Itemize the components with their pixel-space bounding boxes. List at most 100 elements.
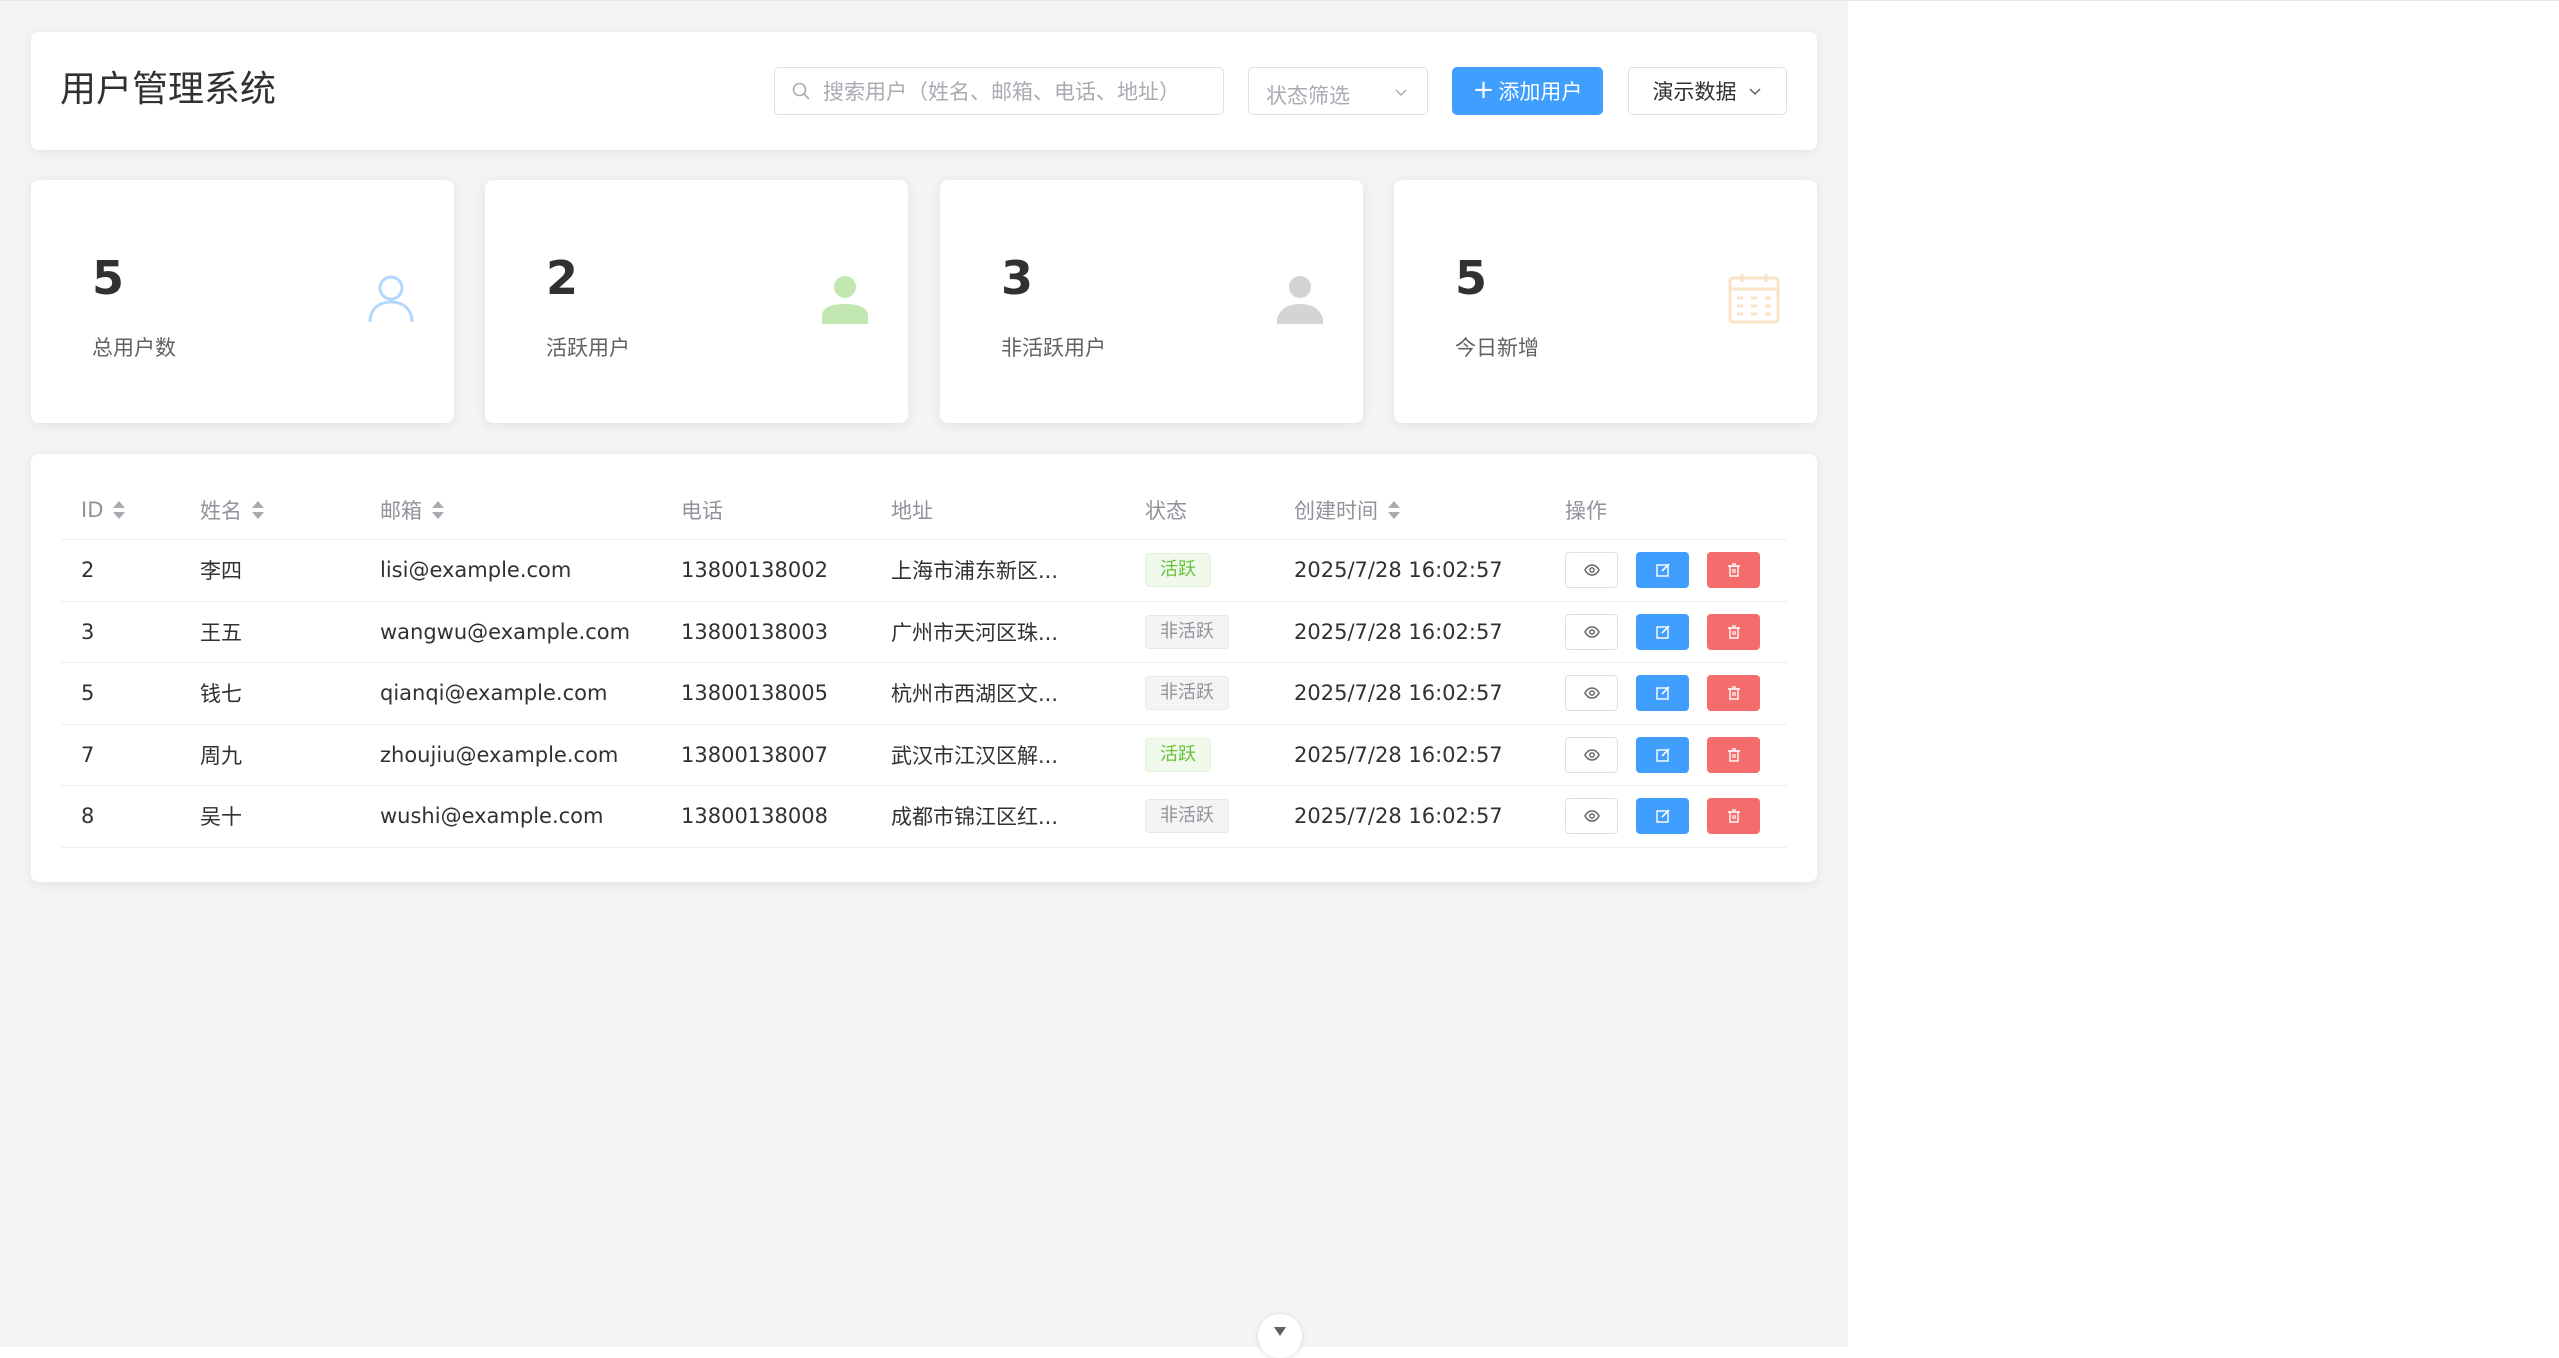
cell-status: 非活跃 (1145, 663, 1229, 724)
cell-email: qianqi@example.com (380, 681, 608, 706)
search-input[interactable] (821, 68, 1215, 116)
stat-card-today: 5 今日新增 (1394, 180, 1817, 423)
col-header-label: 创建时间 (1294, 498, 1378, 523)
address-text: 武汉市江汉区解... (891, 743, 1059, 768)
edit-button[interactable] (1636, 736, 1689, 773)
eye-icon (1583, 749, 1600, 761)
stat-value: 5 (92, 251, 125, 305)
delete-button[interactable] (1707, 798, 1760, 835)
status-badge: 非活跃 (1145, 614, 1229, 649)
sort-icon[interactable] (1388, 500, 1400, 520)
edit-icon (1655, 748, 1670, 762)
cell-ops (1565, 786, 1760, 847)
eye-icon (1583, 687, 1600, 699)
cell-phone: 13800138008 (681, 804, 828, 829)
stat-value: 2 (546, 251, 579, 305)
view-button[interactable] (1565, 675, 1618, 712)
sort-icon[interactable] (113, 500, 126, 520)
edit-icon (1655, 563, 1670, 577)
cell-phone: 13800138007 (681, 742, 828, 767)
scroll-down-button[interactable] (1258, 1314, 1302, 1358)
cell-name: 钱七 (200, 682, 242, 707)
stat-label: 活跃用户 (546, 336, 630, 360)
cell-name: 吴十 (200, 805, 242, 830)
view-button[interactable] (1565, 736, 1618, 773)
eye-icon (1583, 626, 1600, 638)
col-header-label: 姓名 (200, 498, 242, 523)
cell-status: 非活跃 (1145, 602, 1229, 663)
stat-label: 今日新增 (1455, 336, 1539, 360)
edit-icon (1655, 809, 1670, 823)
cell-name: 李四 (200, 559, 242, 584)
delete-button[interactable] (1707, 736, 1760, 773)
address-text: 上海市浦东新区... (891, 559, 1059, 584)
add-user-button[interactable]: + 添加用户 (1452, 67, 1603, 115)
address-text: 杭州市西湖区文... (891, 682, 1059, 707)
address-text: 广州市天河区珠... (891, 620, 1059, 645)
eye-icon (1583, 564, 1600, 576)
edit-button[interactable] (1636, 798, 1689, 835)
cell-email: lisi@example.com (380, 558, 572, 583)
delete-button[interactable] (1707, 613, 1760, 650)
cell-ops (1565, 725, 1760, 786)
table-row: 7 周九 zhoujiu@example.com 13800138007 武汉市… (61, 725, 1787, 786)
cell-address: 杭州市西湖区文... (891, 663, 1066, 724)
edit-button[interactable] (1636, 613, 1689, 650)
status-badge: 活跃 (1145, 553, 1211, 588)
edit-button[interactable] (1636, 552, 1689, 589)
delete-button[interactable] (1707, 552, 1760, 589)
plus-icon: + (1472, 75, 1495, 105)
cell-address: 上海市浦东新区... (891, 540, 1066, 601)
cell-phone: 13800138005 (681, 681, 828, 706)
demo-data-dropdown[interactable]: 演示数据 (1628, 67, 1787, 115)
cell-created: 2025/7/28 16:02:57 (1294, 804, 1503, 829)
chevron-down-icon (1395, 89, 1407, 97)
view-button[interactable] (1565, 552, 1618, 589)
app-background: 用户管理系统 状态筛选 + 添加用户 演示数据 5 总用户 (0, 0, 1848, 1358)
sort-icon[interactable] (432, 500, 444, 520)
view-button[interactable] (1565, 613, 1618, 650)
stat-label: 总用户数 (92, 336, 176, 360)
cell-email: zhoujiu@example.com (380, 742, 619, 767)
stat-card-total: 5 总用户数 (31, 180, 454, 423)
trash-icon (1727, 625, 1740, 639)
col-header-id[interactable]: ID (81, 480, 126, 539)
trash-icon (1727, 563, 1740, 577)
stat-card-active: 2 活跃用户 (485, 180, 908, 423)
cell-created: 2025/7/28 16:02:57 (1294, 619, 1503, 644)
col-header-address: 地址 (891, 498, 933, 523)
chevron-down-icon (1274, 1327, 1286, 1336)
col-header-created[interactable]: 创建时间 (1294, 480, 1400, 539)
stat-card-inactive: 3 非活跃用户 (940, 180, 1363, 423)
cell-id: 2 (81, 558, 95, 583)
user-table-card: ID 姓名 邮箱 电话 地址 状态 创建时间 操作 2 李四 lisi@exam… (31, 454, 1817, 882)
edit-button[interactable] (1636, 675, 1689, 712)
col-header-status: 状态 (1145, 498, 1187, 523)
chevron-down-icon (1748, 88, 1761, 96)
view-button[interactable] (1565, 798, 1618, 835)
cell-email: wangwu@example.com (380, 619, 631, 644)
trash-icon (1727, 748, 1740, 762)
add-user-label: 添加用户 (1498, 80, 1583, 104)
search-box[interactable] (774, 67, 1224, 116)
user-filled-icon (1277, 276, 1323, 324)
sort-icon[interactable] (252, 500, 264, 520)
table-header-row: ID 姓名 邮箱 电话 地址 状态 创建时间 操作 (61, 480, 1787, 540)
table-row: 8 吴十 wushi@example.com 13800138008 成都市锦江… (61, 786, 1787, 848)
cell-ops (1565, 663, 1760, 724)
user-outline-icon (368, 275, 414, 323)
cell-address: 广州市天河区珠... (891, 602, 1066, 663)
cell-address: 武汉市江汉区解... (891, 725, 1066, 786)
calendar-icon (1728, 274, 1780, 324)
cell-id: 5 (81, 681, 95, 706)
delete-button[interactable] (1707, 675, 1760, 712)
cell-phone: 13800138002 (681, 558, 828, 583)
status-filter-select[interactable]: 状态筛选 (1248, 67, 1428, 115)
cell-phone: 13800138003 (681, 619, 828, 644)
status-badge: 非活跃 (1145, 799, 1229, 834)
col-header-email[interactable]: 邮箱 (380, 480, 444, 539)
blank-area (1848, 0, 2559, 1347)
status-badge: 非活跃 (1145, 676, 1229, 711)
stat-value: 5 (1455, 251, 1488, 305)
col-header-name[interactable]: 姓名 (200, 480, 264, 539)
